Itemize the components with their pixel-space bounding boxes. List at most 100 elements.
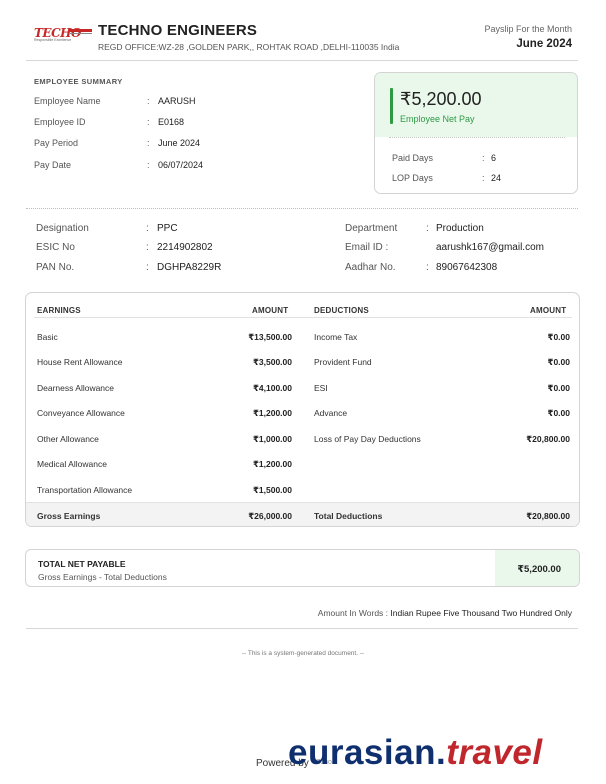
earnings-header: EARNINGS [37,306,81,315]
company-address: REGD OFFICE:WZ-28 ,GOLDEN PARK,, ROHTAK … [98,42,400,52]
summary-label: Employee Name [34,96,101,106]
detail-value: Production [436,223,484,234]
earning-amount: ₹1,200.00 [252,408,292,418]
net-payable-subtitle: Gross Earnings - Total Deductions [38,572,167,582]
earning-amount: ₹4,100.00 [252,383,292,393]
deductions-amount-header: AMOUNT [530,306,567,315]
total-deductions-label: Total Deductions [314,511,383,521]
logo-bar-secondary [70,33,92,34]
summary-label: Pay Period [34,138,79,148]
detail-label: Aadhar No. [345,262,396,273]
table-header-divider [34,317,572,318]
card-value: 24 [491,173,502,183]
summary-colon: : [147,96,150,106]
earning-label: Transportation Allowance [37,485,133,495]
amount-in-words-value: Indian Rupee Five Thousand Two Hundred O… [390,608,572,618]
payslip-header: TECHO Responsible Excellence TECHNO ENGI… [26,18,580,60]
net-pay-amount: ₹5,200.00 [400,89,482,109]
earning-amount: ₹3,500.00 [252,357,292,367]
eurasian-travel-watermark: eurasian.travel [288,733,543,773]
earning-amount: ₹1,200.00 [252,459,292,469]
earning-amount: ₹13,500.00 [248,332,292,342]
net-pay-card: ₹5,200.00 Employee Net Pay Paid Days : 6… [374,72,578,194]
detail-colon: : [426,223,429,234]
detail-value: PPC [157,223,178,234]
summary-colon: : [147,160,150,170]
summary-label: Employee ID [34,117,86,127]
deduction-label: Advance [314,408,348,418]
card-colon: : [482,153,485,163]
payslip-month-label: Payslip For the Month [484,24,572,34]
payslip-month: June 2024 [516,38,572,50]
net-pay-divider [389,137,565,138]
card-colon: : [482,173,485,183]
detail-colon: : [146,223,149,234]
watermark-ext: travel [446,733,543,772]
detail-colon: : [146,242,149,253]
earning-label: Other Allowance [37,434,99,444]
header-divider [26,60,578,61]
card-label: Paid Days [392,153,434,163]
amount-in-words-label: Amount In Words : [317,608,389,618]
earnings-amount-header: AMOUNT [252,306,289,315]
summary-value: 06/07/2024 [158,160,204,170]
summary-value: June 2024 [158,138,201,148]
gross-earnings-amount: ₹26,000.00 [248,511,292,521]
employee-summary-title: EMPLOYEE SUMMARY [34,77,123,86]
net-pay-label: Employee Net Pay [400,114,475,124]
card-value: 6 [491,153,497,163]
deduction-label: Loss of Pay Day Deductions [314,434,421,444]
earning-amount: ₹1,500.00 [252,485,292,495]
summary-divider [26,208,578,209]
company-name: TECHNO ENGINEERS [98,22,258,39]
detail-label: Designation [36,223,89,234]
detail-value: DGHPA8229R [157,262,222,273]
detail-value: aarushk167@gmail.com [436,242,544,253]
earnings-deductions-table: EARNINGS AMOUNT DEDUCTIONS AMOUNT Basic … [25,292,580,527]
detail-label: ESIC No [36,242,75,253]
net-pay-accent-bar [390,88,393,124]
detail-label: Email ID : [345,242,389,253]
deduction-amount: ₹0.00 [547,383,570,393]
net-payable-amount-box: ₹5,200.00 [495,550,579,586]
detail-label: PAN No. [36,262,75,273]
summary-label: Pay Date [34,160,72,170]
earning-label: Conveyance Allowance [37,408,125,418]
company-logo-tagline: Responsible Excellence [34,38,72,42]
detail-colon: : [426,262,429,273]
watermark-name: eurasian [288,733,436,772]
summary-colon: : [147,138,150,148]
logo-bar [70,29,92,32]
total-net-payable-box: TOTAL NET PAYABLE Gross Earnings - Total… [25,549,580,587]
company-logo: TECHO Responsible Excellence [34,24,92,46]
summary-value: E0168 [158,117,185,127]
earning-label: Basic [37,332,58,342]
net-payable-amount: ₹5,200.00 [517,564,561,575]
watermark-dot: . [435,733,447,772]
table-totals-row: Gross Earnings ₹26,000.00 Total Deductio… [26,502,579,526]
deduction-label: Provident Fund [314,357,372,367]
detail-colon: : [146,262,149,273]
deduction-amount: ₹0.00 [547,357,570,367]
footer-divider [26,628,578,629]
total-deductions-amount: ₹20,800.00 [526,511,570,521]
detail-value: 89067642308 [436,262,498,273]
deduction-amount: ₹0.00 [547,332,570,342]
earning-label: Medical Allowance [37,459,107,469]
earning-label: Dearness Allowance [37,383,115,393]
detail-value: 2214902802 [157,242,213,253]
deduction-label: ESI [314,383,328,393]
earning-amount: ₹1,000.00 [252,434,292,444]
detail-label: Department [345,223,398,234]
deduction-amount: ₹0.00 [547,408,570,418]
summary-colon: : [147,117,150,127]
card-label: LOP Days [392,173,433,183]
deductions-header: DEDUCTIONS [314,306,369,315]
deduction-amount: ₹20,800.00 [526,434,570,444]
net-payable-title: TOTAL NET PAYABLE [38,559,126,569]
gross-earnings-label: Gross Earnings [37,511,101,521]
system-generated-note: -- This is a system-generated document. … [241,650,365,657]
earning-label: House Rent Allowance [37,357,123,367]
deduction-label: Income Tax [314,332,358,342]
amount-in-words: Amount In Words : Indian Rupee Five Thou… [318,608,572,618]
